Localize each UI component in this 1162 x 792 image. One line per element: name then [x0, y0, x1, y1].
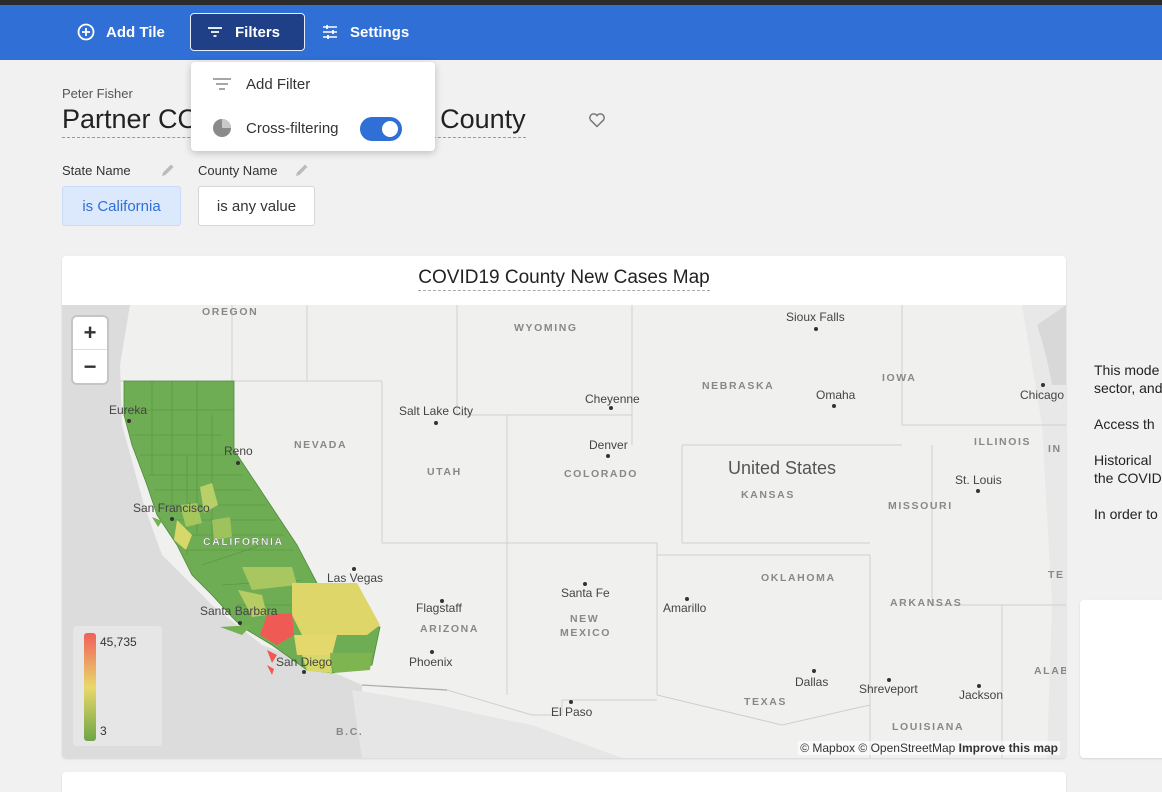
side-text-line: sector, and	[1094, 380, 1162, 396]
city-label: Las Vegas	[327, 571, 383, 585]
mapbox-attribution-link[interactable]: © Mapbox	[800, 741, 855, 755]
state-label: NEBRASKA	[702, 380, 774, 392]
map-labels: OREGON WYOMING NEBRASKA IOWA NEVADA UTAH…	[109, 306, 1066, 738]
add-filter-label: Add Filter	[246, 75, 311, 93]
filter-icon	[208, 27, 222, 37]
city-label: Chicago	[1020, 388, 1064, 402]
city-label: Sioux Falls	[786, 310, 845, 324]
zoom-controls: + −	[73, 317, 107, 383]
dashboard-content: Peter Fisher Partner CO st by County Stat…	[0, 60, 1162, 792]
state-label: NEW	[570, 613, 599, 625]
settings-button[interactable]: Settings	[306, 13, 423, 51]
dashboard-owner: Peter Fisher	[62, 86, 133, 101]
add-filter-menu-item[interactable]: Add Filter	[191, 64, 435, 104]
tune-icon	[323, 25, 337, 39]
settings-label: Settings	[350, 23, 410, 41]
city-label: St. Louis	[955, 473, 1002, 487]
city-label: Omaha	[816, 388, 856, 402]
improve-map-link[interactable]: Improve this map	[959, 741, 1058, 755]
filter-chip-state[interactable]: is California	[62, 186, 181, 226]
filter-label-state: State Name	[62, 163, 131, 178]
city-label: Jackson	[959, 688, 1003, 702]
filters-label: Filters	[235, 23, 281, 41]
state-label: ILLINOIS	[974, 436, 1031, 448]
city-label: Cheyenne	[585, 392, 640, 406]
state-label: OKLAHOMA	[761, 572, 836, 584]
city-label: Reno	[224, 444, 253, 458]
city-label: San Diego	[276, 655, 332, 669]
covid-map-tile: COVID19 County New Cases Map OREGON WYOM…	[62, 256, 1066, 758]
side-text-line: Historical	[1094, 452, 1152, 468]
filter-label-county: County Name	[198, 163, 278, 178]
legend-gradient-bar	[84, 633, 96, 741]
state-label: ARIZONA	[420, 623, 479, 635]
city-label: Amarillo	[663, 601, 707, 615]
state-label: ARKANSAS	[890, 597, 962, 609]
osm-attribution-link[interactable]: © OpenStreetMap	[858, 741, 955, 755]
edit-pencil-icon[interactable]	[160, 162, 176, 178]
side-text-line: the COVID	[1094, 470, 1162, 486]
cross-filtering-label: Cross-filtering	[246, 119, 339, 137]
cross-filtering-toggle[interactable]	[361, 118, 401, 140]
state-label: ALAB	[1034, 665, 1066, 677]
city-label: Shreveport	[859, 682, 918, 696]
country-label: United States	[728, 458, 836, 478]
state-label: WYOMING	[514, 322, 578, 334]
side-tile	[1080, 600, 1162, 758]
cross-filtering-menu-item[interactable]: Cross-filtering	[191, 108, 435, 148]
state-label: UTAH	[427, 466, 462, 478]
state-label: COLORADO	[564, 468, 638, 480]
state-label: MISSOURI	[888, 500, 953, 512]
city-label: Santa Fe	[561, 586, 610, 600]
add-tile-button[interactable]: Add Tile	[62, 13, 179, 51]
city-label: San Francisco	[133, 501, 210, 515]
state-label: TEXAS	[744, 696, 787, 708]
filter-icon	[213, 78, 231, 90]
zoom-out-button[interactable]: −	[73, 350, 107, 383]
filter-chip-county[interactable]: is any value	[198, 186, 315, 226]
add-tile-label: Add Tile	[106, 23, 165, 41]
city-label: Santa Barbara	[200, 604, 278, 618]
pie-chart-icon	[213, 119, 231, 137]
legend-max-value: 45,735	[100, 635, 137, 649]
state-label: KANSAS	[741, 489, 795, 501]
city-label: Salt Lake City	[399, 404, 473, 418]
title-left-part: Partner CO	[62, 104, 199, 134]
filters-button[interactable]: Filters	[190, 13, 305, 51]
county-map[interactable]: OREGON WYOMING NEBRASKA IOWA NEVADA UTAH…	[62, 305, 1066, 758]
state-label: B.C.	[336, 726, 363, 738]
city-label: Flagstaff	[416, 601, 462, 615]
state-label: NEVADA	[294, 439, 347, 451]
state-label: LOUISIANA	[892, 721, 964, 733]
side-text-line: In order to	[1094, 506, 1158, 522]
legend-min-value: 3	[100, 724, 107, 738]
toggle-knob	[382, 121, 398, 137]
map-attribution: © Mapbox © OpenStreetMap Improve this ma…	[798, 741, 1060, 755]
state-label: MEXICO	[560, 627, 611, 639]
color-legend: 45,735 3	[73, 626, 162, 746]
dashboard-toolbar: Add Tile Filters Settings	[0, 5, 1162, 60]
filters-dropdown-menu: Add Filter Cross-filtering	[191, 62, 435, 151]
next-tile	[62, 772, 1066, 792]
edit-pencil-icon[interactable]	[294, 162, 310, 178]
side-text-line: This mode	[1094, 362, 1160, 378]
city-label: Phoenix	[409, 655, 452, 669]
city-label: El Paso	[551, 705, 593, 719]
city-label: Dallas	[795, 675, 828, 689]
add-circle-icon	[77, 23, 95, 41]
state-label: CALIFORNIA	[203, 536, 284, 548]
tile-title[interactable]: COVID19 County New Cases Map	[62, 267, 1066, 291]
state-label: IN	[1048, 443, 1062, 455]
side-text-line: Access th	[1094, 416, 1155, 432]
favorite-heart-icon[interactable]	[587, 110, 607, 130]
state-label: TE	[1048, 569, 1065, 581]
city-label: Eureka	[109, 403, 147, 417]
city-label: Denver	[589, 438, 628, 452]
zoom-in-button[interactable]: +	[73, 317, 107, 350]
state-label: OREGON	[202, 306, 258, 318]
state-label: IOWA	[882, 372, 916, 384]
